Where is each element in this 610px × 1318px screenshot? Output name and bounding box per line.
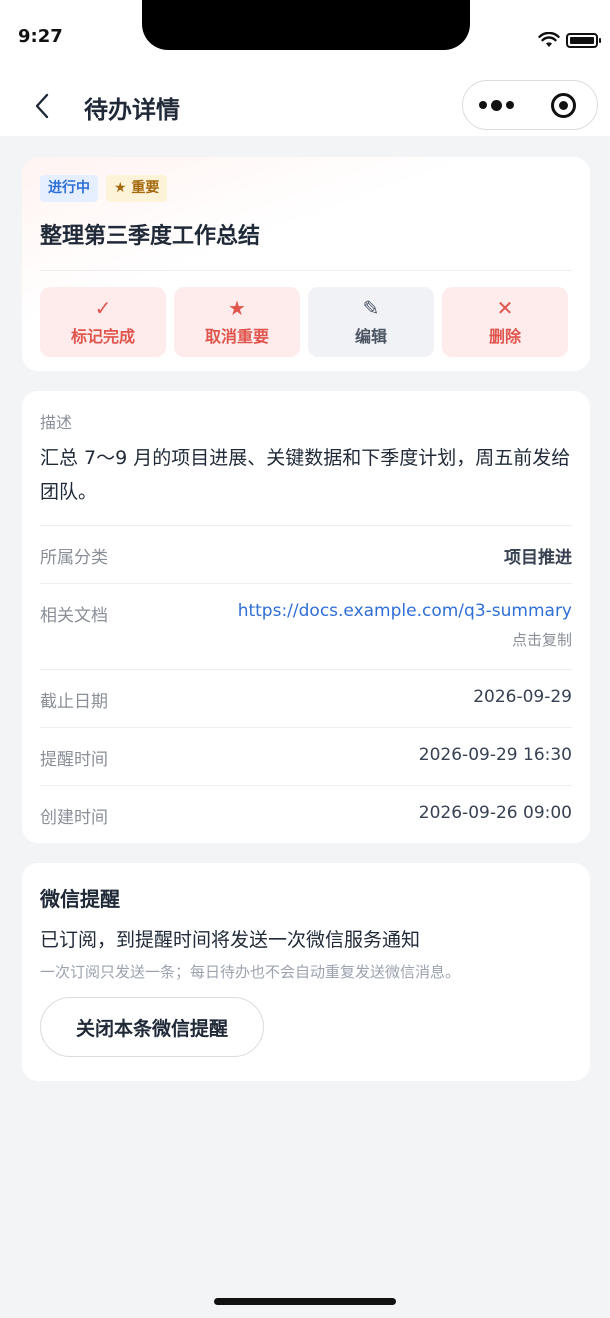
wechat-reminder-title: 微信提醒: [40, 887, 120, 911]
doc-label: 相关文档: [40, 606, 108, 626]
copy-link-button[interactable]: 点击复制: [238, 629, 572, 650]
task-header-card: 进行中 ★ 重要 整理第三季度工作总结 ✓ 标记完成 ★ 取消重要 ✎ 编辑 ✕…: [22, 157, 590, 371]
action-label: 编辑: [354, 327, 387, 346]
delete-button[interactable]: ✕ 删除: [442, 287, 568, 357]
due-date-row: 截止日期 2026-09-29: [40, 669, 572, 727]
remind-time-row: 提醒时间 2026-09-29 16:30: [40, 727, 572, 785]
description-text: 汇总 7～9 月的项目进展、关键数据和下季度计划，周五前发给团队。: [40, 447, 571, 503]
task-title: 整理第三季度工作总结: [40, 224, 261, 249]
action-label: 删除: [488, 327, 521, 346]
wechat-reminder-card: 微信提醒 已订阅，到提醒时间将发送一次微信服务通知 一次订阅只发送一条；每日待办…: [22, 863, 590, 1081]
created-time-row: 创建时间 2026-09-26 09:00: [40, 785, 572, 843]
pencil-icon: ✎: [362, 296, 380, 320]
wechat-reminder-note: 一次订阅只发送一条；每日待办也不会自动重复发送微信消息。: [40, 963, 461, 981]
check-icon: ✓: [94, 296, 112, 320]
device-notch: [142, 0, 470, 50]
close-miniprogram-button[interactable]: [530, 81, 597, 129]
wechat-reminder-status: 已订阅，到提醒时间将发送一次微信服务通知: [40, 929, 421, 951]
due-date-label: 截止日期: [40, 692, 108, 712]
created-time-label: 创建时间: [40, 808, 108, 828]
important-badge: ★ 重要: [106, 175, 168, 202]
category-value: 项目推进: [504, 548, 572, 568]
page-title: 待办详情: [84, 96, 180, 124]
unmark-important-button[interactable]: ★ 取消重要: [174, 287, 300, 357]
remind-time-label: 提醒时间: [40, 750, 108, 770]
divider: [40, 270, 572, 271]
task-detail-card: 描述 汇总 7～9 月的项目进展、关键数据和下季度计划，周五前发给团队。 所属分…: [22, 391, 590, 843]
doc-link[interactable]: https://docs.example.com/q3-summary: [238, 601, 572, 621]
star-icon: ★: [228, 296, 246, 320]
task-tags: 进行中 ★ 重要: [40, 175, 572, 202]
status-icons: [538, 30, 601, 50]
description-label: 描述: [40, 413, 73, 432]
action-label: 取消重要: [204, 327, 269, 346]
category-row: 所属分类 项目推进: [40, 525, 572, 583]
status-time: 9:27: [18, 26, 63, 47]
miniprogram-capsule: [462, 80, 598, 130]
status-badge: 进行中: [40, 175, 98, 202]
due-date-value: 2026-09-29: [473, 687, 572, 707]
detail-rows: 所属分类 项目推进 相关文档 https://docs.example.com/…: [40, 525, 572, 843]
close-wechat-reminder-button[interactable]: 关闭本条微信提醒: [40, 997, 264, 1057]
more-icon: [479, 101, 487, 109]
category-label: 所属分类: [40, 548, 108, 568]
action-label: 标记完成: [70, 327, 135, 346]
more-button[interactable]: [463, 81, 530, 129]
main-content: 进行中 ★ 重要 整理第三季度工作总结 ✓ 标记完成 ★ 取消重要 ✎ 编辑 ✕…: [22, 157, 590, 1081]
status-bar: 9:27: [0, 0, 610, 78]
battery-icon: [566, 32, 601, 48]
edit-button[interactable]: ✎ 编辑: [308, 287, 434, 357]
doc-row: 相关文档 https://docs.example.com/q3-summary…: [40, 583, 572, 669]
doc-value: https://docs.example.com/q3-summary 点击复制: [238, 601, 572, 650]
wifi-icon: [538, 32, 560, 47]
target-icon: [551, 92, 576, 118]
chevron-left-icon: [35, 93, 49, 119]
task-actions: ✓ 标记完成 ★ 取消重要 ✎ 编辑 ✕ 删除: [40, 287, 572, 357]
home-indicator: [214, 1298, 396, 1305]
nav-bar: 待办详情: [0, 78, 610, 136]
mark-complete-button[interactable]: ✓ 标记完成: [40, 287, 166, 357]
remind-time-value: 2026-09-29 16:30: [418, 745, 572, 765]
back-button[interactable]: [24, 88, 60, 124]
close-icon: ✕: [496, 296, 514, 320]
created-time-value: 2026-09-26 09:00: [418, 803, 572, 823]
